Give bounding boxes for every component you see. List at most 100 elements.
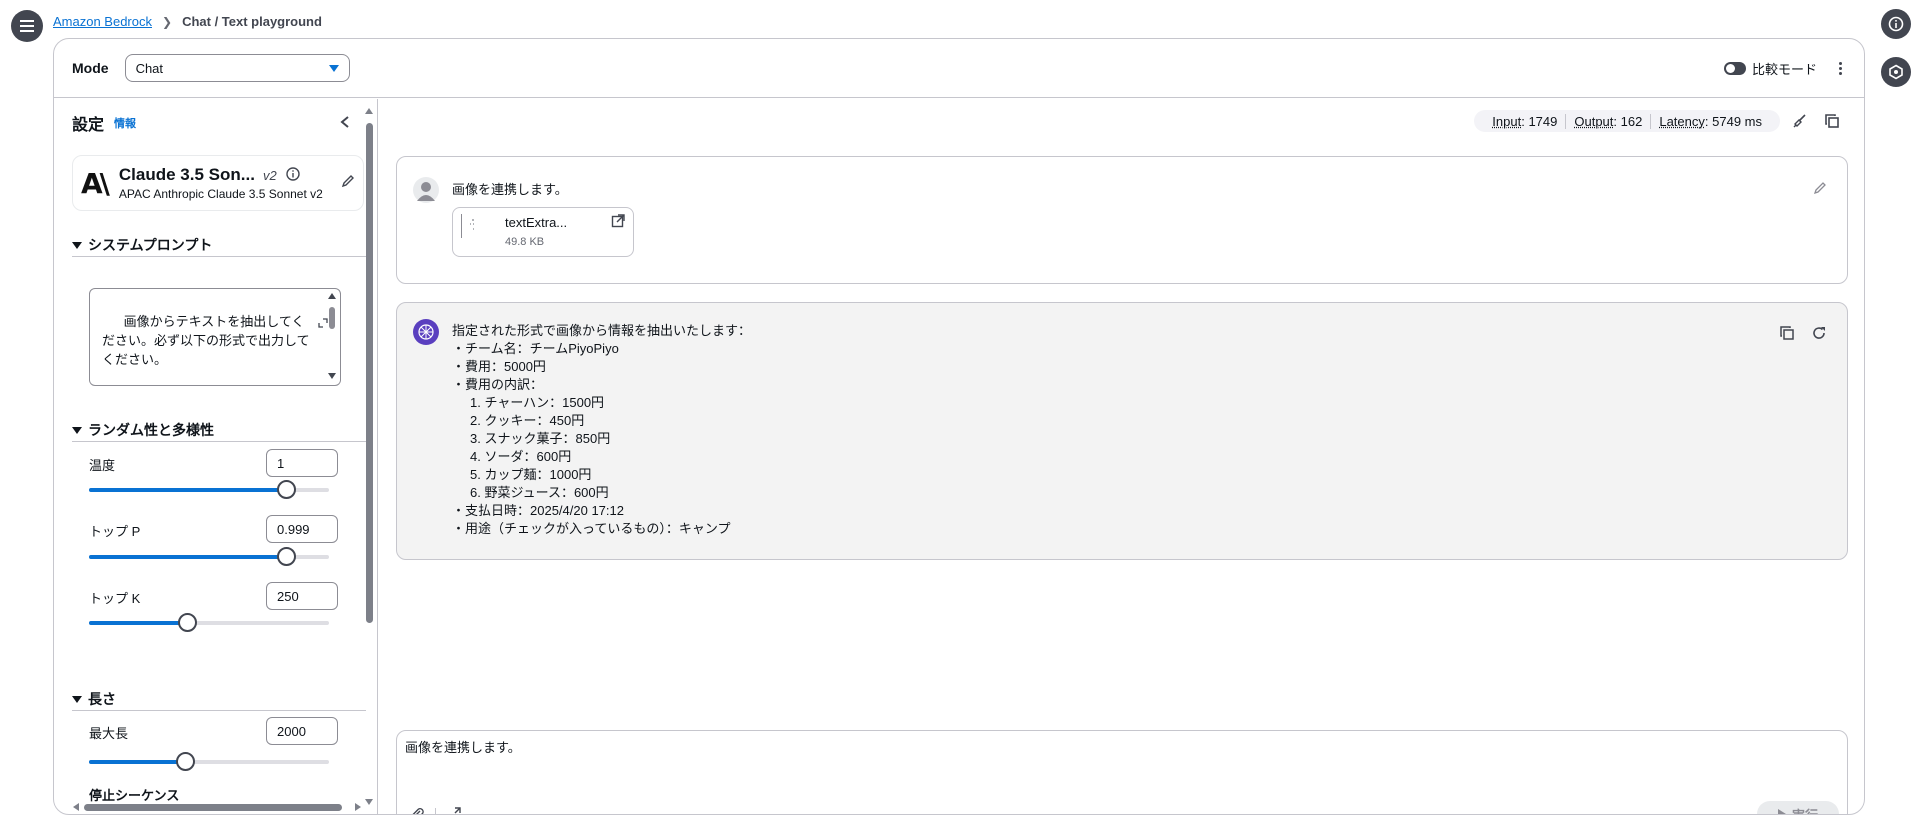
assistant-message: 指定された形式で画像から情報を抽出いたします： ・チーム名：チームPiyoPiy… xyxy=(396,302,1848,560)
top-k-label: トップ K xyxy=(89,591,141,606)
attach-file-icon[interactable] xyxy=(409,806,425,814)
divider xyxy=(72,710,366,711)
assistant-line: ・支払日時：2025/4/20 17:12 xyxy=(452,503,624,518)
slider-handle[interactable] xyxy=(178,613,198,632)
length-heading: 長さ xyxy=(88,691,116,707)
sidebar-horizontal-scrollbar[interactable] xyxy=(72,802,362,812)
right-rail xyxy=(1881,9,1911,87)
length-section-header[interactable]: 長さ xyxy=(72,689,116,709)
assistant-line: 6. 野菜ジュース：600円 xyxy=(452,485,609,500)
model-subtitle: APAC Anthropic Claude 3.5 Sonnet v2 xyxy=(118,187,323,201)
model-info-icon[interactable] xyxy=(285,166,301,185)
prompt-input[interactable]: 画像を連携します。 実行 xyxy=(396,730,1848,814)
max-length-slider[interactable] xyxy=(89,752,329,771)
attachment-size: 49.8 KB xyxy=(505,236,545,248)
mode-bar: Mode Chat 比較モード xyxy=(54,39,1864,98)
chat-main: Input: 1749 Output: 162 Latency: 5749 ms… xyxy=(379,99,1864,814)
settings-sidebar: 設定 情報 A\ Claude 3.5 Son... v2 APAC Anthr… xyxy=(54,99,378,814)
sidebar-vertical-scrollbar[interactable] xyxy=(364,107,374,806)
hamburger-icon xyxy=(20,20,34,32)
regenerate-icon[interactable] xyxy=(1811,325,1827,344)
top-p-slider[interactable] xyxy=(89,547,329,566)
assistant-line: 5. カップ麺：1000円 xyxy=(452,467,592,482)
system-prompt-textarea[interactable]: 画像からテキストを抽出してください。必ず以下の形式で出力してください。 ・チーム… xyxy=(89,288,341,386)
user-message: 画像を連携します。 textExtra... 49.8 KB xyxy=(396,156,1848,284)
input-metric-label[interactable]: Input xyxy=(1492,114,1521,129)
system-prompt-section-header[interactable]: システムプロンプト xyxy=(72,235,212,255)
temperature-input[interactable]: 1 xyxy=(266,449,338,477)
randomness-heading: ランダム性と多様性 xyxy=(88,422,214,438)
breadcrumb: Amazon Bedrock ❯ Chat / Text playground xyxy=(53,14,322,29)
expand-editor-icon[interactable] xyxy=(446,806,462,814)
attachment-card[interactable]: textExtra... 49.8 KB xyxy=(452,207,634,257)
edit-model-icon[interactable] xyxy=(341,174,355,191)
mode-select[interactable]: Chat xyxy=(124,54,350,82)
expand-textarea-icon[interactable] xyxy=(289,295,328,352)
model-card: A\ Claude 3.5 Son... v2 APAC Anthropic C… xyxy=(72,155,364,211)
assistant-line: ・チーム名：チームPiyoPiyo xyxy=(452,341,619,356)
top-k-input[interactable]: 250 xyxy=(266,582,338,610)
edit-message-icon[interactable] xyxy=(1813,181,1827,198)
assistant-line: 指定された形式で画像から情報を抽出いたします： xyxy=(452,323,752,338)
assistant-rail-button[interactable] xyxy=(1881,57,1911,87)
temperature-value: 1 xyxy=(277,455,285,471)
anthropic-logo-icon: A\ xyxy=(81,166,110,200)
metrics-bar: Input: 1749 Output: 162 Latency: 5749 ms xyxy=(1474,109,1844,133)
play-icon xyxy=(1777,809,1786,814)
assistant-avatar-icon xyxy=(413,319,439,345)
hexagon-icon xyxy=(1889,64,1903,80)
slider-handle[interactable] xyxy=(276,547,296,566)
compare-mode-label: 比較モード xyxy=(1751,61,1817,77)
slider-handle[interactable] xyxy=(276,480,296,499)
chevron-right-icon: ❯ xyxy=(162,14,173,29)
user-message-text: 画像を連携します。 xyxy=(452,182,568,197)
compare-mode-toggle[interactable]: 比較モード xyxy=(1723,59,1817,78)
randomness-section-header[interactable]: ランダム性と多様性 xyxy=(72,420,214,440)
caret-down-icon xyxy=(328,64,339,72)
run-button[interactable]: 実行 xyxy=(1757,801,1839,814)
max-length-value: 2000 xyxy=(277,723,306,739)
model-version: v2 xyxy=(262,167,277,183)
image-thumbnail-icon xyxy=(461,214,487,238)
playground-container: Mode Chat 比較モード 設定 情報 A\ Claude 3.5 Son.… xyxy=(53,38,1865,815)
top-p-input[interactable]: 0.999 xyxy=(266,515,338,543)
temperature-label: 温度 xyxy=(89,458,116,473)
assistant-line: ・用途（チェックが入っているもの）：キャンプ xyxy=(452,521,731,536)
max-length-input[interactable]: 2000 xyxy=(266,717,338,745)
system-prompt-scrollbar[interactable] xyxy=(328,293,336,379)
system-prompt-heading: システムプロンプト xyxy=(88,237,213,253)
divider xyxy=(72,441,366,442)
assistant-line: ・費用：5000円 xyxy=(452,359,546,374)
temperature-slider[interactable] xyxy=(89,480,329,499)
info-link[interactable]: 情報 xyxy=(114,115,136,131)
toggle-icon xyxy=(1723,61,1746,75)
more-options-icon[interactable] xyxy=(1835,60,1846,77)
top-k-slider[interactable] xyxy=(89,613,329,632)
attachment-name: textExtra... xyxy=(505,215,568,230)
mode-label: Mode xyxy=(72,60,109,76)
input-metric-value: 1749 xyxy=(1528,113,1558,129)
slider-handle[interactable] xyxy=(176,752,196,771)
system-prompt-text: 画像からテキストを抽出してください。必ず以下の形式で出力してください。 ・チーム… xyxy=(102,314,310,367)
metrics-group: Input: 1749 Output: 162 Latency: 5749 ms xyxy=(1474,110,1780,132)
breadcrumb-current: Chat / Text playground xyxy=(182,14,322,29)
latency-metric-label[interactable]: Latency xyxy=(1659,114,1705,129)
clear-chat-button[interactable] xyxy=(1788,109,1812,133)
breadcrumb-root-link[interactable]: Amazon Bedrock xyxy=(53,14,152,29)
divider xyxy=(72,256,366,257)
assistant-line: ・費用の内訳： xyxy=(452,377,544,392)
prompt-text: 画像を連携します。 xyxy=(405,740,521,755)
caret-down-icon xyxy=(72,426,82,434)
copy-all-button[interactable] xyxy=(1820,109,1844,133)
external-link-icon[interactable] xyxy=(611,214,625,231)
settings-title: 設定 xyxy=(72,117,105,134)
info-icon xyxy=(1888,16,1904,32)
max-length-label: 最大長 xyxy=(89,726,129,741)
top-p-label: トップ P xyxy=(89,524,141,539)
menu-button[interactable] xyxy=(11,10,43,42)
info-rail-button[interactable] xyxy=(1881,9,1911,39)
copy-response-icon[interactable] xyxy=(1779,325,1795,344)
collapse-sidebar-icon[interactable] xyxy=(339,115,351,132)
assistant-line: 3. スナック菓子：850円 xyxy=(452,431,611,446)
output-metric-label[interactable]: Output xyxy=(1574,114,1613,129)
